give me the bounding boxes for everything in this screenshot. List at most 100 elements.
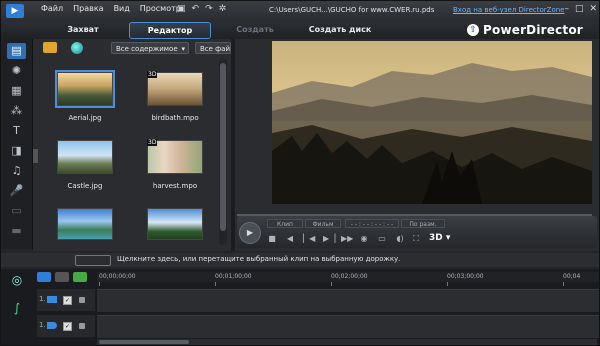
video-track-icon — [47, 296, 57, 303]
3d-label: 3D — [429, 233, 443, 243]
3d-badge: 3D — [147, 71, 158, 78]
play-button[interactable]: ▶ — [239, 222, 261, 244]
save-icon[interactable]: ▣ — [177, 4, 186, 14]
snapshot-camera-icon[interactable]: ◉ — [359, 234, 369, 244]
fullscreen-icon[interactable]: ⛶ — [411, 234, 421, 244]
file-type-dropdown[interactable]: Все файлы — [195, 42, 231, 54]
drop-hint: Щелкните здесь, или перетащите выбранный… — [117, 255, 401, 263]
transition-room-icon[interactable]: ◨ — [7, 143, 26, 159]
library-toolbar: Все содержимое ▾ Все файлы — [33, 39, 231, 57]
stop-icon[interactable]: ■ — [267, 234, 277, 244]
voice-record-icon[interactable]: 🎤 — [7, 183, 26, 199]
audio-track-icon — [47, 322, 57, 329]
upload-logo-icon[interactable]: ⇧ — [467, 24, 479, 36]
media-label: Aerial.jpg — [68, 114, 102, 122]
ruler-mark — [215, 282, 216, 286]
fit-size-dropdown[interactable]: По разм. — [401, 219, 445, 228]
menu-file[interactable]: Файл — [41, 4, 63, 13]
import-folder-icon[interactable] — [43, 42, 57, 53]
content-filter-value: Все содержимое — [116, 45, 178, 53]
audio-track-lane[interactable] — [97, 315, 599, 338]
redo-icon[interactable]: ↷ — [205, 4, 213, 14]
library-scrollbar[interactable] — [219, 59, 227, 245]
quick-toolbar: ▣ ↶ ↷ ✲ — [177, 4, 226, 14]
track-selector-icon[interactable] — [75, 255, 111, 266]
project-path: C:\Users\GUCH...\GUCHO for www.CWER.ru.p… — [269, 6, 435, 14]
menu-view[interactable]: Вид — [114, 4, 130, 13]
media-room-icon[interactable]: ▤ — [7, 43, 26, 59]
media-thumb-aerial[interactable] — [55, 70, 115, 108]
room-toolbar: ▤ ✺ ▦ ⁂ T ◨ ♫ 🎤 ▭ ▬ — [1, 39, 33, 249]
lock-icon[interactable] — [79, 323, 85, 329]
track-enable-checkbox[interactable]: ✓ — [63, 296, 72, 305]
monitor-icon[interactable]: ▭ — [377, 234, 387, 244]
timeline-view-icon[interactable]: ◎ — [5, 273, 29, 295]
ruler-mark — [563, 282, 564, 286]
directorzone-link[interactable]: Вход на веб-узел DirectorZone — [453, 6, 564, 14]
film-app-icon[interactable]: ▶ — [6, 4, 24, 18]
ruler-mark — [331, 282, 332, 286]
media-thumb-mountain[interactable] — [147, 208, 203, 240]
lock-icon[interactable] — [79, 297, 85, 303]
tab-create-disc[interactable]: Создать диск — [307, 22, 373, 37]
ruler-tick: 00;00;00;00 — [99, 273, 136, 280]
track-number: 1. — [39, 295, 46, 303]
scrollbar-thumb[interactable] — [99, 340, 189, 344]
step-forward-icon[interactable]: ▶▕ — [323, 234, 335, 244]
3d-badge: 3D — [147, 139, 158, 146]
particle-room-icon[interactable]: ⁂ — [7, 103, 26, 119]
chevron-down-icon: ▾ — [181, 45, 185, 53]
media-thumb-lake[interactable] — [57, 208, 113, 240]
powerdirector-window: ▶ Файл Правка Вид Просмотр ▣ ↶ ↷ ✲ C:\Us… — [0, 0, 600, 346]
close-icon[interactable]: ✕ — [589, 4, 597, 14]
panel-collapse-handle[interactable] — [33, 149, 38, 163]
title-room-icon[interactable]: T — [7, 123, 26, 139]
video-track-lane[interactable] — [97, 289, 599, 312]
3d-mode-button[interactable]: 3D ▾ — [429, 233, 450, 243]
pip-room-icon[interactable]: ▦ — [7, 83, 26, 99]
settings-gear-icon[interactable]: ✲ — [219, 4, 227, 14]
maximize-icon[interactable]: □ — [575, 4, 584, 14]
scrollbar-thumb[interactable] — [220, 63, 226, 231]
next-frame-icon[interactable]: ▶▶ — [341, 234, 353, 244]
track-enable-checkbox[interactable]: ✓ — [63, 322, 72, 331]
preview-video — [272, 41, 592, 204]
menu-edit[interactable]: Правка — [73, 4, 103, 13]
content-filter-dropdown[interactable]: Все содержимое ▾ — [111, 42, 189, 54]
timeline-scrollbar[interactable] — [97, 339, 597, 345]
track-number: 1. — [39, 321, 46, 329]
audio-wave-icon[interactable]: ∫ — [5, 301, 29, 323]
timeline-mode-button[interactable] — [37, 272, 51, 282]
minimize-icon[interactable]: – — [564, 4, 569, 14]
tab-capture[interactable]: Захват — [61, 22, 105, 37]
prev-frame-icon[interactable]: ◀ — [285, 234, 295, 244]
media-thumb-castle[interactable] — [57, 140, 113, 174]
tab-editor[interactable]: Редактор — [129, 22, 211, 39]
file-type-value: Все файлы — [200, 45, 231, 53]
track-header-video: 1. ✓ — [37, 289, 95, 311]
menu-bar: Файл Правка Вид Просмотр — [41, 4, 181, 13]
film-mode-button[interactable]: Фильм — [305, 219, 341, 228]
clip-mode-button[interactable]: Клип — [267, 219, 303, 228]
effects-room-icon[interactable]: ✺ — [7, 63, 26, 79]
media-label: Castle.jpg — [67, 182, 103, 190]
add-track-button[interactable] — [73, 272, 87, 282]
audio-mixing-icon[interactable]: ♫ — [7, 163, 26, 179]
tab-create-movie[interactable]: Создать фильм — [221, 22, 289, 49]
chapter-room-icon[interactable]: ▭ — [7, 203, 26, 219]
menu-playback[interactable]: Просмотр — [140, 4, 181, 13]
download-media-icon[interactable] — [71, 42, 83, 54]
ruler-tick: 00;04 — [563, 273, 581, 280]
ruler-tick: 00;01;00;00 — [215, 273, 252, 280]
ruler-tick: 00;03;00;00 — [447, 273, 484, 280]
brand: ⇧ PowerDirector — [467, 21, 583, 39]
scrub-bar[interactable] — [237, 214, 592, 216]
storyboard-mode-button[interactable] — [55, 272, 69, 282]
volume-icon[interactable]: ◖) — [395, 234, 405, 244]
subtitle-room-icon[interactable]: ▬ — [7, 223, 26, 239]
title-bar: ▶ Файл Правка Вид Просмотр ▣ ↶ ↷ ✲ C:\Us… — [1, 1, 599, 21]
undo-icon[interactable]: ↶ — [192, 4, 200, 14]
ruler-mark — [99, 282, 100, 286]
landscape-preview-image — [272, 41, 592, 204]
step-back-icon[interactable]: ▏◀ — [303, 234, 315, 244]
